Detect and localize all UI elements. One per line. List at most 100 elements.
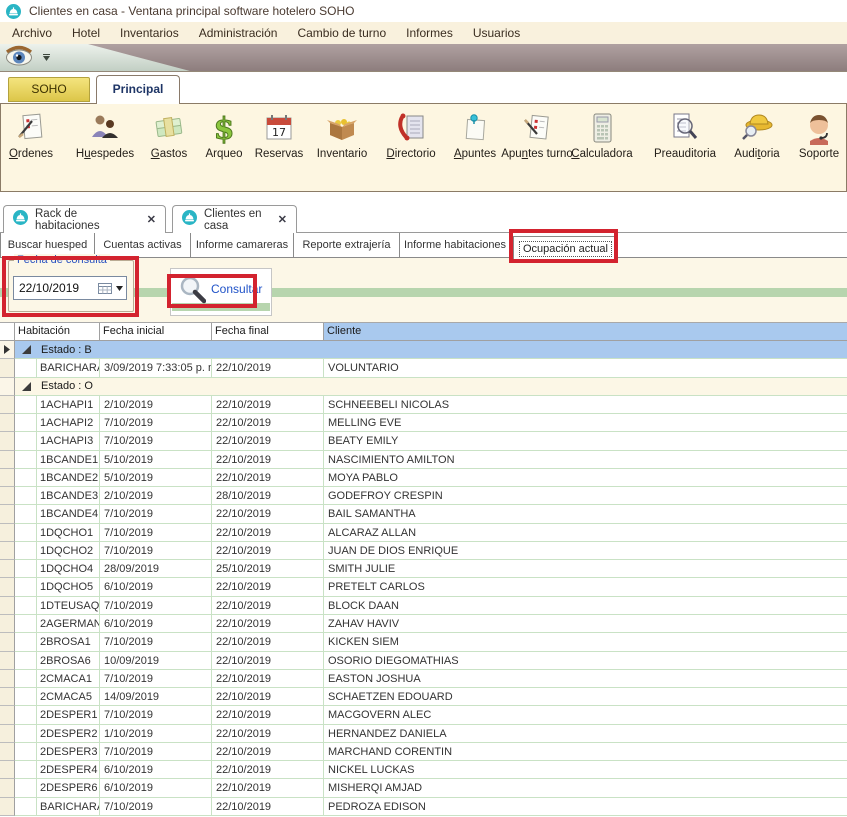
table-row[interactable]: 1DQCHO17/10/201922/10/2019ALCARAZ ALLAN <box>0 524 847 542</box>
cell-habitacion: 1BCANDE4 <box>37 505 100 523</box>
menu-bar: Archivo Hotel Inventarios Administración… <box>0 22 847 44</box>
report-tab-informe-camareras[interactable]: Informe camareras <box>191 233 294 257</box>
toolbar-item-inventario[interactable]: Inventario <box>306 111 378 160</box>
cell-habitacion: 2CMACA5 <box>37 688 100 706</box>
table-row[interactable]: 2DESPER46/10/201922/10/2019NICKEL LUCKAS <box>0 761 847 779</box>
table-row[interactable]: 1BCANDE15/10/201922/10/2019NASCIMIENTO A… <box>0 451 847 469</box>
date-input[interactable] <box>14 281 98 295</box>
table-row[interactable]: 2CMACA514/09/201922/10/2019SCHAETZEN EDO… <box>0 688 847 706</box>
cell-fecha-final: 28/10/2019 <box>212 487 324 505</box>
tab-principal[interactable]: Principal <box>96 75 180 104</box>
toolbar-item-soporte[interactable]: Soporte <box>783 111 847 160</box>
soporte-icon <box>783 111 847 147</box>
menu-hotel[interactable]: Hotel <box>62 23 110 43</box>
report-tab-informe-habitaciones[interactable]: Informe habitaciones <box>400 233 511 257</box>
toolbar-item-directorio[interactable]: Directorio <box>375 111 447 160</box>
doc-tab-rack-de-habitaciones[interactable]: Rack de habitaciones ✕ <box>3 205 166 233</box>
toolbar-item-ordenes[interactable]: Ordenes <box>0 111 67 160</box>
table-row[interactable]: 1DQCHO428/09/201925/10/2019SMITH JULIE <box>0 560 847 578</box>
cell-cliente: HERNANDEZ DANIELA <box>324 725 847 743</box>
table-row[interactable]: 2BROSA17/10/201922/10/2019KICKEN SIEM <box>0 633 847 651</box>
table-row[interactable]: 2DESPER37/10/201922/10/2019MARCHAND CORE… <box>0 743 847 761</box>
cell-fecha-final: 22/10/2019 <box>212 743 324 761</box>
cell-habitacion: 2CMACA1 <box>37 670 100 688</box>
group-indent <box>15 670 37 688</box>
toolbar-item-label: Inventario <box>306 148 378 160</box>
report-tab-ocupacion-actual[interactable]: Ocupación actual <box>513 236 618 260</box>
table-row[interactable]: 1BCANDE25/10/201922/10/2019MOYA PABLO <box>0 469 847 487</box>
menu-administracion[interactable]: Administración <box>189 23 288 43</box>
table-row[interactable]: 1BCANDE32/10/201928/10/2019GODEFROY CRES… <box>0 487 847 505</box>
group-indent <box>15 432 37 450</box>
column-header-fecha-final[interactable]: Fecha final <box>212 323 324 341</box>
consultar-label: Consultar <box>211 282 262 296</box>
eye-icon <box>4 44 34 71</box>
toolbar-options-button[interactable] <box>38 48 54 67</box>
app-dome-icon <box>6 4 21 19</box>
toolbar-item-reservas[interactable]: 17Reservas <box>243 111 315 160</box>
table-row[interactable]: 2DESPER21/10/201922/10/2019HERNANDEZ DAN… <box>0 725 847 743</box>
group-indent <box>15 451 37 469</box>
cell-fecha-final: 22/10/2019 <box>212 670 324 688</box>
table-row[interactable]: 2DESPER17/10/201922/10/2019MACGOVERN ALE… <box>0 706 847 724</box>
close-icon[interactable]: ✕ <box>147 213 156 226</box>
cell-fecha-final: 22/10/2019 <box>212 597 324 615</box>
group-row[interactable]: Estado : O <box>0 378 847 396</box>
row-indicator <box>0 688 15 706</box>
cell-fecha-final: 22/10/2019 <box>212 432 324 450</box>
cell-cliente: NICKEL LUCKAS <box>324 761 847 779</box>
group-indent <box>15 652 37 670</box>
title-bar: Clientes en casa - Ventana principal sof… <box>0 0 847 22</box>
column-header-fecha-inicial[interactable]: Fecha inicial <box>100 323 212 341</box>
eye-view-button[interactable] <box>1 45 37 70</box>
toolbar-item-calculadora[interactable]: Calculadora <box>566 111 638 160</box>
row-indicator <box>0 414 15 432</box>
row-indicator <box>0 615 15 633</box>
table-row[interactable]: BARICHARA3/09/2019 7:33:05 p. m.22/10/20… <box>0 359 847 377</box>
toolbar-item-preauditoria[interactable]: Preauditoria <box>649 111 721 160</box>
date-combo[interactable] <box>13 276 127 300</box>
toolbar-item-huespedes[interactable]: Huespedes <box>69 111 141 160</box>
cell-fecha-inicial: 1/10/2019 <box>100 725 212 743</box>
group-row[interactable]: Estado : B <box>0 341 847 359</box>
calendar-icon[interactable] <box>98 282 112 294</box>
cell-cliente: MELLING EVE <box>324 414 847 432</box>
overbar-icon <box>43 54 50 55</box>
menu-usuarios[interactable]: Usuarios <box>463 23 530 43</box>
toolbar-item-apuntes-turno[interactable]: Apuntes turno <box>501 111 573 160</box>
doc-tab-clientes-en-casa[interactable]: Clientes en casa ✕ <box>172 205 297 233</box>
column-header-habitacion[interactable]: Habitación <box>15 323 100 341</box>
expand-icon[interactable] <box>22 382 31 391</box>
table-row[interactable]: 1ACHAPI12/10/201922/10/2019SCHNEEBELI NI… <box>0 396 847 414</box>
expand-icon[interactable] <box>22 345 31 354</box>
table-row[interactable]: 2BROSA610/09/201922/10/2019OSORIO DIEGOM… <box>0 652 847 670</box>
toolbar-item-label: Apuntes turno <box>501 148 573 160</box>
table-row[interactable]: 1DTEUSAQ7/10/201922/10/2019BLOCK DAAN <box>0 597 847 615</box>
menu-archivo[interactable]: Archivo <box>2 23 62 43</box>
cell-fecha-final: 22/10/2019 <box>212 578 324 596</box>
table-row[interactable]: 1DQCHO27/10/201922/10/2019JUAN DE DIOS E… <box>0 542 847 560</box>
table-row[interactable]: 2CMACA17/10/201922/10/2019EASTON JOSHUA <box>0 670 847 688</box>
table-row[interactable]: 1ACHAPI37/10/201922/10/2019BEATY EMILY <box>0 432 847 450</box>
menu-inventarios[interactable]: Inventarios <box>110 23 189 43</box>
main-toolbar: OrdenesHuespedesGastos$Arqueo17ReservasI… <box>0 103 847 192</box>
table-row[interactable]: BARICHARA7/10/201922/10/2019PEDROZA EDIS… <box>0 798 847 816</box>
table-row[interactable]: 1ACHAPI27/10/201922/10/2019MELLING EVE <box>0 414 847 432</box>
table-row[interactable]: 2AGERMAN6/10/201922/10/2019ZAHAV HAVIV <box>0 615 847 633</box>
dropdown-arrow-icon[interactable] <box>115 277 126 299</box>
cell-cliente: ZAHAV HAVIV <box>324 615 847 633</box>
group-indent <box>15 487 37 505</box>
current-row-marker-icon <box>4 345 10 354</box>
tab-soho[interactable]: SOHO <box>8 77 90 102</box>
menu-informes[interactable]: Informes <box>396 23 463 43</box>
doc-tab-label: Rack de habitaciones <box>35 208 136 232</box>
menu-cambio-de-turno[interactable]: Cambio de turno <box>287 23 396 43</box>
table-row[interactable]: 1BCANDE47/10/201922/10/2019BAIL SAMANTHA <box>0 505 847 523</box>
consultar-button[interactable]: Consultar <box>170 268 272 316</box>
group-indent <box>15 359 37 377</box>
column-header-cliente[interactable]: Cliente <box>324 323 847 341</box>
table-row[interactable]: 2DESPER66/10/201922/10/2019MISHERQI AMJA… <box>0 779 847 797</box>
table-row[interactable]: 1DQCHO56/10/201922/10/2019PRETELT CARLOS <box>0 578 847 596</box>
report-tab-reporte-extrajeria[interactable]: Reporte extrajería <box>294 233 400 257</box>
close-icon[interactable]: ✕ <box>278 213 287 226</box>
